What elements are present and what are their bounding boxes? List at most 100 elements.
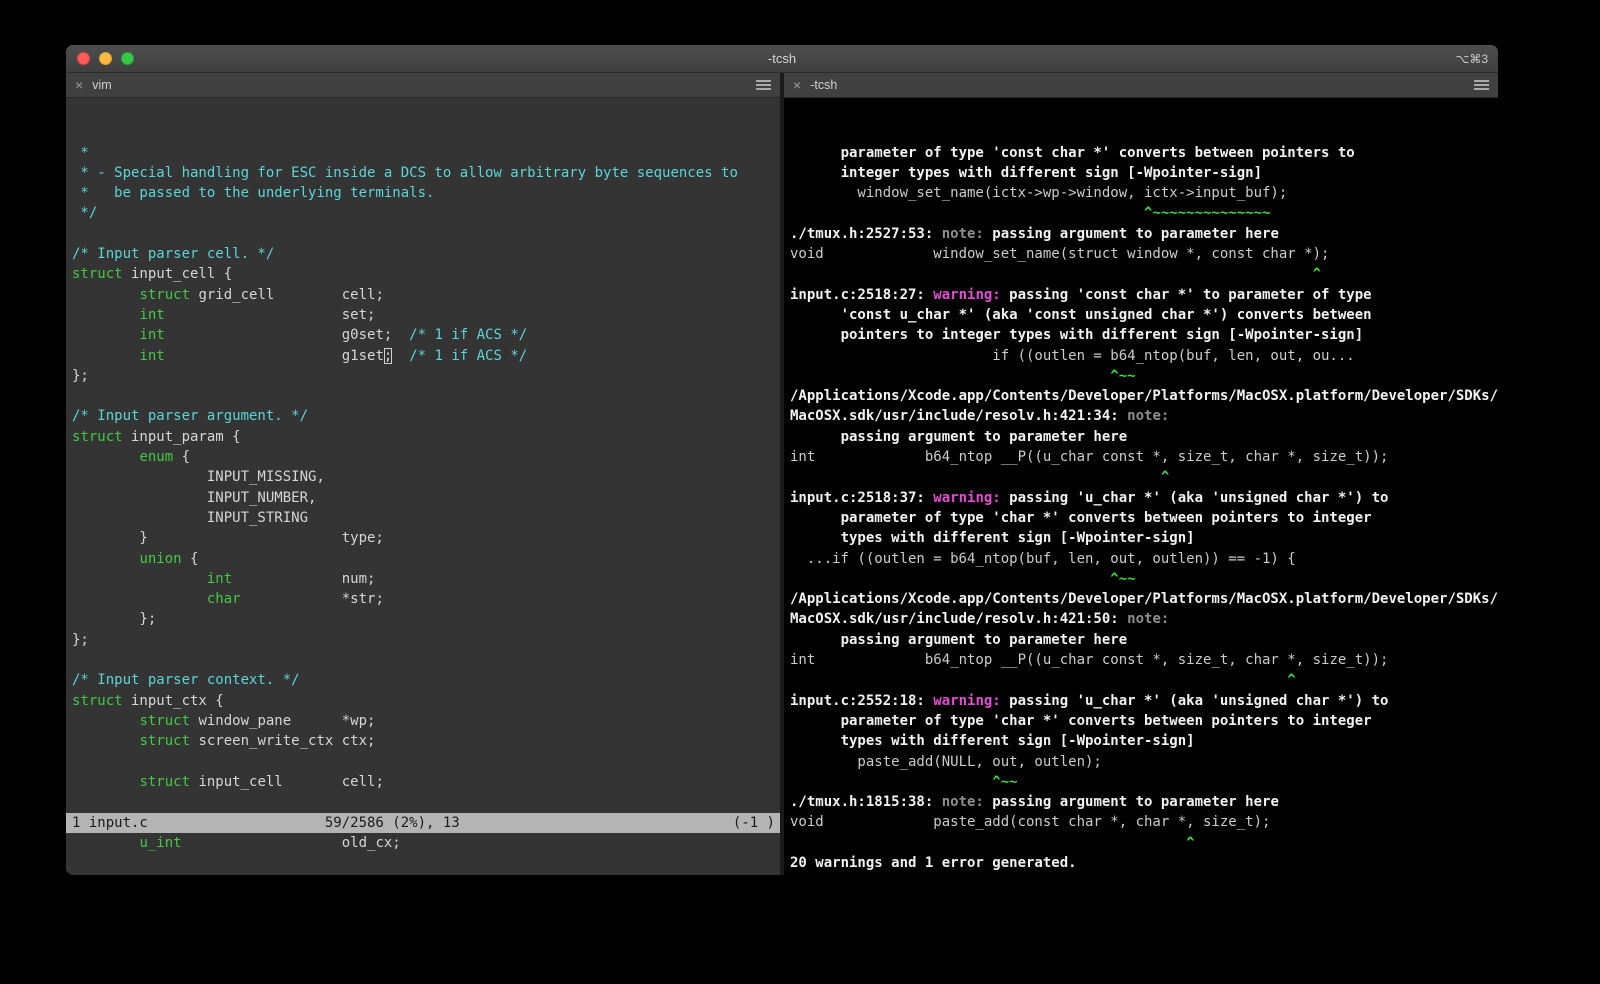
tab-shortcut-hint: ⌥⌘3 <box>1455 51 1488 66</box>
text-line: passing argument to parameter here <box>790 427 1498 447</box>
zoom-window-button[interactable] <box>121 52 134 65</box>
text-segment: /* Input parser cell. */ <box>72 246 275 263</box>
text-segment: * - Special handling for ESC inside a DC… <box>72 164 738 181</box>
hamburger-menu-icon[interactable] <box>756 84 771 86</box>
text-segment: ...if ((outlen = b64_ntop(buf, len, out,… <box>806 550 1296 567</box>
text-segment <box>72 551 139 567</box>
text-segment: *str; <box>240 591 384 608</box>
text-segment <box>72 774 139 790</box>
hamburger-menu-icon[interactable] <box>1474 84 1489 86</box>
text-segment: }; <box>72 367 89 384</box>
text-line: struct input_cell cell; <box>72 772 780 792</box>
text-segment: enum <box>139 449 174 466</box>
shell-output: parameter of type 'const char *' convert… <box>790 143 1498 875</box>
text-segment: /Applications/Xcode.app/Contents/Develop… <box>790 591 1498 608</box>
text-segment: input.c:2518:27: <box>790 286 934 303</box>
text-segment <box>72 571 207 587</box>
text-segment: passing 'u_char *' (aka 'unsigned char *… <box>1009 489 1389 506</box>
text-line: INPUT_NUMBER, <box>72 488 780 508</box>
text-line: }; <box>72 366 780 386</box>
text-segment: input_param { <box>122 428 241 445</box>
text-segment: ^ <box>1312 266 1322 283</box>
text-line: struct input_param { <box>72 427 780 447</box>
close-pane-icon[interactable]: × <box>793 78 801 92</box>
text-line: }; <box>72 630 780 650</box>
text-line: * be passed to the underlying terminals. <box>72 183 780 203</box>
text-line: INPUT_MISSING, <box>72 467 780 487</box>
text-segment: screen_write_ctx ctx; <box>190 733 376 750</box>
text-segment: { <box>181 550 199 567</box>
text-segment <box>72 835 139 851</box>
text-line: ./tmux.h:2527:53: note: passing argument… <box>790 224 1498 244</box>
window-titlebar[interactable]: -tcsh ⌥⌘3 <box>66 45 1498 73</box>
text-segment: /Applications/Xcode.app/Contents/Develop… <box>790 388 1498 405</box>
text-line: ^ <box>790 833 1498 853</box>
text-segment: int b64_ntop __P((u_char const *, size_t… <box>790 449 1389 466</box>
vim-statusline: 1 input.c 59/2586 (2%), 13 (-1 ) <box>66 812 780 833</box>
text-line: ^~~ <box>790 772 1498 792</box>
text-segment: parameter of type 'char *' converts betw… <box>840 712 1372 729</box>
text-segment: void window_set_name(struct window *, co… <box>790 246 1330 263</box>
text-segment: num; <box>232 570 376 587</box>
text-line: } type; <box>72 528 780 548</box>
text-line: input.c:2518:27: warning: passing 'const… <box>790 285 1498 305</box>
text-segment: int <box>139 327 165 344</box>
text-segment: struct <box>139 712 191 729</box>
text-line: struct input_cell { <box>72 264 780 284</box>
text-segment: pointers to integer types with different… <box>840 327 1364 344</box>
text-segment: struct <box>139 286 191 303</box>
text-line: MacOSX.sdk/usr/include/resolv.h:421:50: … <box>790 609 1498 629</box>
text-segment: parameter of type 'char *' converts betw… <box>840 509 1372 526</box>
text-line: window_set_name(ictx->wp->window, ictx->… <box>790 183 1498 203</box>
text-segment: input_cell { <box>122 266 233 283</box>
text-segment: union <box>139 550 182 567</box>
text-line <box>72 386 780 406</box>
text-segment: g0set; <box>164 327 410 344</box>
text-segment: */ <box>72 205 98 222</box>
text-line: struct window_pane *wp; <box>72 711 780 731</box>
text-segment: /* 1 if ACS */ <box>409 347 528 364</box>
text-segment: grid_cell cell; <box>190 286 384 303</box>
text-line: ^~~ <box>790 366 1498 386</box>
text-segment: note: <box>941 225 993 242</box>
text-line: union { <box>72 549 780 569</box>
text-segment: passing argument to parameter here <box>992 225 1279 242</box>
text-segment <box>72 591 207 607</box>
text-segment: 'const u_char *' (aka 'const unsigned ch… <box>840 306 1372 323</box>
text-line: passing argument to parameter here <box>790 630 1498 650</box>
close-pane-icon[interactable]: × <box>75 78 83 92</box>
text-segment: int <box>206 570 233 587</box>
text-line <box>72 792 780 812</box>
text-segment: passing 'const char *' to parameter of t… <box>1009 286 1372 303</box>
text-line: int b64_ntop __P((u_char const *, size_t… <box>790 447 1498 467</box>
right-pane-title: -tcsh <box>810 78 838 92</box>
text-segment: g1set <box>164 347 384 364</box>
text-line: ./tmux.h:1815:38: note: passing argument… <box>790 792 1498 812</box>
text-segment: struct <box>72 266 123 283</box>
text-segment: }; <box>72 611 157 628</box>
text-line: ...if ((outlen = b64_ntop(buf, len, out,… <box>790 549 1498 569</box>
minimize-window-button[interactable] <box>99 52 112 65</box>
text-segment: warning: <box>933 692 1010 709</box>
text-segment: /* 1 if ACS */ <box>409 327 528 344</box>
text-segment <box>72 327 139 343</box>
text-line: types with different sign [-Wpointer-sig… <box>790 528 1498 548</box>
text-segment: * <box>72 144 89 161</box>
text-segment <box>72 287 139 303</box>
text-line: void window_set_name(struct window *, co… <box>790 244 1498 264</box>
close-window-button[interactable] <box>77 52 90 65</box>
text-segment: set; <box>164 306 376 323</box>
traffic-lights <box>77 52 134 65</box>
text-segment: { <box>173 449 191 466</box>
text-line: types with different sign [-Wpointer-sig… <box>790 731 1498 751</box>
text-segment: input_cell cell; <box>190 773 384 790</box>
text-segment: input.c:2552:18: <box>790 692 934 709</box>
text-segment <box>392 348 409 364</box>
text-segment: types with different sign [-Wpointer-sig… <box>840 530 1195 547</box>
text-segment: u_int <box>139 834 182 851</box>
text-segment: parameter of type 'const char *' convert… <box>840 144 1355 161</box>
shell-terminal[interactable]: parameter of type 'const char *' convert… <box>784 98 1498 875</box>
text-line: integer types with different sign [-Wpoi… <box>790 163 1498 183</box>
text-segment: ^~~ <box>1110 367 1136 384</box>
vim-editor[interactable]: * * - Special handling for ESC inside a … <box>66 98 780 875</box>
